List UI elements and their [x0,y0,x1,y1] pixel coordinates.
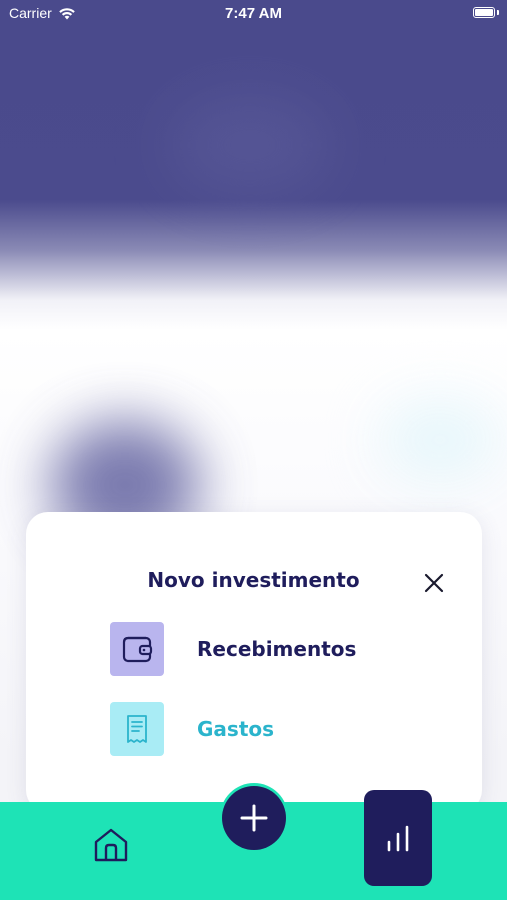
receipt-icon [127,715,147,743]
option-label-gastos: Gastos [197,717,275,741]
battery-tip [497,10,499,15]
tab-home[interactable] [92,826,130,864]
battery-level [475,9,493,16]
option-gastos[interactable]: Gastos [110,702,274,756]
close-button[interactable] [420,569,448,597]
option-recebimentos[interactable]: Recebimentos [110,622,356,676]
option-icon-tile [110,622,164,676]
battery-icon [473,7,495,18]
home-icon [94,828,128,862]
background-blur-shape [380,400,500,480]
add-investment-button[interactable] [222,786,286,850]
status-bar: Carrier 7:47 AM [0,0,507,28]
plus-icon [240,804,268,832]
option-icon-tile [110,702,164,756]
tab-statistics[interactable] [364,790,432,886]
close-icon [424,573,444,593]
option-label-recebimentos: Recebimentos [197,637,357,661]
wallet-icon [122,636,153,663]
status-time: 7:47 AM [225,5,282,22]
bar-chart-icon [387,825,409,852]
background-blur-shape [170,95,330,195]
